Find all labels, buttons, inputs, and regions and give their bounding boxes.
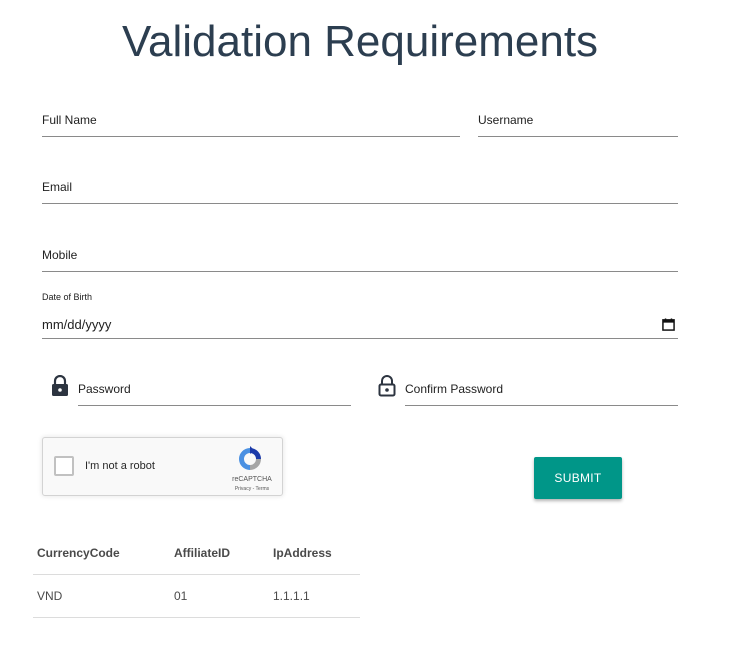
recaptcha-links[interactable]: Privacy - Terms	[227, 486, 277, 492]
recaptcha-widget: I'm not a robot reCAPTCHA Privacy - Term…	[42, 437, 283, 496]
date-of-birth-label: Date of Birth	[42, 292, 93, 302]
username-field[interactable]: Username	[478, 108, 678, 137]
date-of-birth-input[interactable]: mm/dd/yyyy	[42, 317, 111, 332]
password-input[interactable]	[78, 379, 351, 405]
column-header-affiliate-id: AffiliateID	[170, 532, 269, 575]
column-header-ip-address: IpAddress	[269, 532, 360, 575]
date-of-birth-field[interactable]: mm/dd/yyyy	[42, 310, 678, 339]
calendar-icon[interactable]	[662, 318, 675, 331]
lock-icon	[52, 375, 68, 396]
recaptcha-label: I'm not a robot	[85, 460, 155, 472]
mobile-input[interactable]	[42, 245, 678, 271]
mobile-field[interactable]: Mobile	[42, 243, 678, 272]
cell-affiliate-id: 01	[170, 574, 269, 618]
table-header-row: CurrencyCode AffiliateID IpAddress	[33, 532, 360, 575]
info-table: CurrencyCode AffiliateID IpAddress VND 0…	[33, 532, 360, 618]
lock-open-icon	[378, 375, 396, 397]
column-header-currency-code: CurrencyCode	[33, 532, 170, 575]
cell-currency-code: VND	[33, 574, 170, 618]
cell-ip-address: 1.1.1.1	[269, 574, 360, 618]
table-row: VND 01 1.1.1.1	[33, 574, 360, 618]
full-name-input[interactable]	[42, 110, 460, 136]
full-name-field[interactable]: Full Name	[42, 108, 460, 137]
recaptcha-brand: reCAPTCHA	[232, 476, 272, 483]
confirm-password-field[interactable]: Confirm Password	[405, 377, 678, 406]
username-input[interactable]	[478, 110, 678, 136]
recaptcha-logo-icon	[239, 446, 261, 470]
confirm-password-input[interactable]	[405, 379, 678, 405]
password-field[interactable]: Password	[78, 377, 351, 406]
recaptcha-checkbox[interactable]	[54, 456, 74, 476]
email-field[interactable]: Email	[42, 175, 678, 204]
submit-button[interactable]: SUBMIT	[534, 457, 622, 499]
page-title: Validation Requirements	[121, 17, 599, 66]
email-input[interactable]	[42, 177, 678, 203]
